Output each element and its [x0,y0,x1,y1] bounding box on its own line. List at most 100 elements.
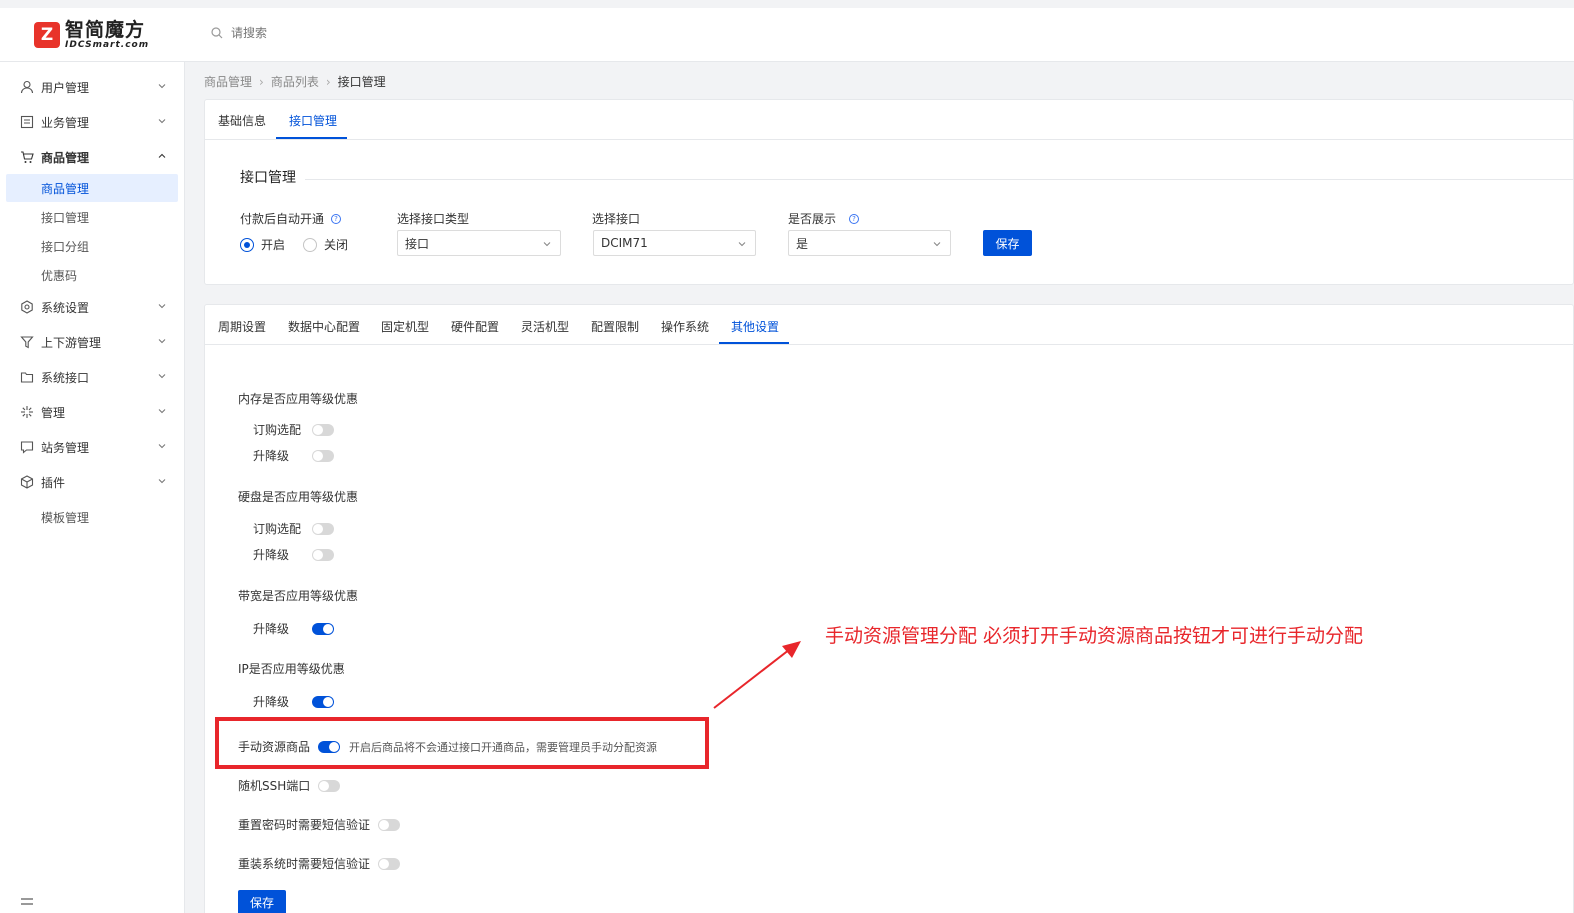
save-interface-button[interactable]: 保存 [983,230,1032,256]
memory-order-switch[interactable] [312,423,335,436]
chevron-right-icon: › [259,74,264,89]
radio-auto-open-off[interactable]: 关闭 [303,236,348,253]
tab-other-settings[interactable]: 其他设置 [731,318,779,335]
memory-discount-label: 内存是否应用等级优惠 [238,392,359,406]
ip-upgrade-row: 升降级 [253,693,335,710]
sidebar-item-users[interactable]: 用户管理 [0,72,185,102]
reinstall-sms-row: 重装系统时需要短信验证 [238,855,401,872]
annotation-arrow-icon [713,641,801,709]
annotation-highlight-box [215,717,709,769]
sidebar-sub-coupon[interactable]: 优惠码 [6,261,178,289]
cube-icon [20,475,34,489]
chevron-up-icon [158,153,166,158]
cart-icon [20,150,34,164]
interface-card: 基础信息 接口管理 接口管理 付款后自动开通 ? 开启 关闭 选择接口类型 接口… [204,99,1574,285]
show-select[interactable]: 是 [788,230,951,256]
sidebar-sub-interface-group[interactable]: 接口分组 [6,232,178,260]
interface-type-select[interactable]: 接口 [397,230,561,256]
sidebar-item-site-affairs[interactable]: 站务管理 [0,432,185,462]
interface-label: 选择接口 [592,212,641,226]
sidebar-item-template[interactable]: 模板管理 [6,503,178,531]
active-tab-indicator [719,342,789,344]
chevron-down-icon [158,84,166,89]
chevron-down-icon [933,242,941,247]
disk-order-row: 订购选配 [253,520,335,537]
menu-collapse-icon[interactable] [20,897,34,907]
sidebar-sub-product-manage[interactable]: 商品管理 [6,174,178,202]
sparkle-icon [20,405,34,419]
help-icon[interactable]: ? [849,213,860,224]
tab-hardware[interactable]: 硬件配置 [451,318,499,335]
gear-icon [20,300,34,314]
folder-icon [20,370,34,384]
brand-name-cn: 智简魔方 [65,19,146,41]
disk-upgrade-switch[interactable] [312,548,335,561]
breadcrumb-item[interactable]: 商品列表 [271,73,319,90]
search-icon [211,27,223,39]
sidebar-sub-interface-manage[interactable]: 接口管理 [6,203,178,231]
section-title: 接口管理 [240,170,296,186]
sidebar-item-system-interface[interactable]: 系统接口 [0,362,185,392]
interface-select[interactable]: DCIM71 [593,230,756,256]
disk-order-switch[interactable] [312,522,335,535]
save-settings-button[interactable]: 保存 [238,890,286,913]
memory-upgrade-switch[interactable] [312,449,335,462]
sidebar: 用户管理 业务管理 商品管理 商品管理 接口管理 接口分组 优惠码 系统设置 上… [0,62,185,913]
chevron-down-icon [158,119,166,124]
disk-discount-label: 硬盘是否应用等级优惠 [238,490,359,504]
chevron-down-icon [158,479,166,484]
chevron-right-icon: › [325,74,331,89]
memory-upgrade-row: 升降级 [253,447,335,464]
radio-auto-open-on[interactable]: 开启 [240,236,285,253]
help-icon[interactable]: ? [331,213,342,224]
chevron-down-icon [158,409,166,414]
active-tab-indicator [276,137,347,139]
memory-order-row: 订购选配 [253,421,335,438]
config-tabs: 周期设置 数据中心配置 固定机型 硬件配置 灵活机型 配置限制 操作系统 其他设… [205,305,1573,345]
tab-basic-info[interactable]: 基础信息 [218,112,266,129]
chevron-down-icon [158,444,166,449]
show-label: 是否展示 ? [788,210,860,227]
annotation-text: 手动资源管理分配 必须打开手动资源商品按钮才可进行手动分配 [825,625,1364,647]
section-divider [305,179,1574,180]
tab-config-limit[interactable]: 配置限制 [591,318,639,335]
bandwidth-upgrade-row: 升降级 [253,620,335,637]
brand-name-en: IDCSmart.com [65,40,150,50]
sidebar-item-business[interactable]: 业务管理 [0,107,185,137]
ip-upgrade-switch[interactable] [312,695,335,708]
brand-logo[interactable]: Z 智简魔方 IDCSmart.com [34,20,149,50]
bandwidth-discount-label: 带宽是否应用等级优惠 [238,589,359,603]
search-input[interactable] [231,26,431,40]
search-bar [211,26,431,40]
bandwidth-upgrade-switch[interactable] [312,622,335,635]
random-ssh-switch[interactable] [318,779,341,792]
tab-datacenter[interactable]: 数据中心配置 [288,318,360,335]
breadcrumb-item[interactable]: 商品管理 [204,73,252,90]
filter-icon [20,335,34,349]
sidebar-item-manage[interactable]: 管理 [0,397,185,427]
auto-open-label: 付款后自动开通 ? [240,210,342,227]
top-tabs: 基础信息 接口管理 [205,100,1573,140]
reset-password-sms-row: 重置密码时需要短信验证 [238,816,401,833]
tab-fixed-model[interactable]: 固定机型 [381,318,429,335]
tab-cycle[interactable]: 周期设置 [218,318,266,335]
chevron-down-icon [543,242,551,247]
reinstall-sms-switch[interactable] [378,857,401,870]
list-icon [20,115,34,129]
breadcrumb-current: 接口管理 [337,75,386,89]
tab-interface[interactable]: 接口管理 [289,112,337,129]
chevron-down-icon [158,304,166,309]
reset-password-sms-switch[interactable] [378,818,401,831]
tab-os[interactable]: 操作系统 [661,318,709,335]
sidebar-item-upstream[interactable]: 上下游管理 [0,327,185,357]
disk-upgrade-row: 升降级 [253,546,335,563]
random-ssh-row: 随机SSH端口 [238,777,341,794]
tab-flexible-model[interactable]: 灵活机型 [521,318,569,335]
chevron-down-icon [158,374,166,379]
chevron-down-icon [738,242,746,247]
sidebar-item-system-settings[interactable]: 系统设置 [0,292,185,322]
ip-discount-label: IP是否应用等级优惠 [238,662,345,676]
sidebar-item-plugins[interactable]: 插件 [0,467,185,497]
chat-icon [20,440,34,454]
sidebar-item-products[interactable]: 商品管理 [0,142,185,172]
